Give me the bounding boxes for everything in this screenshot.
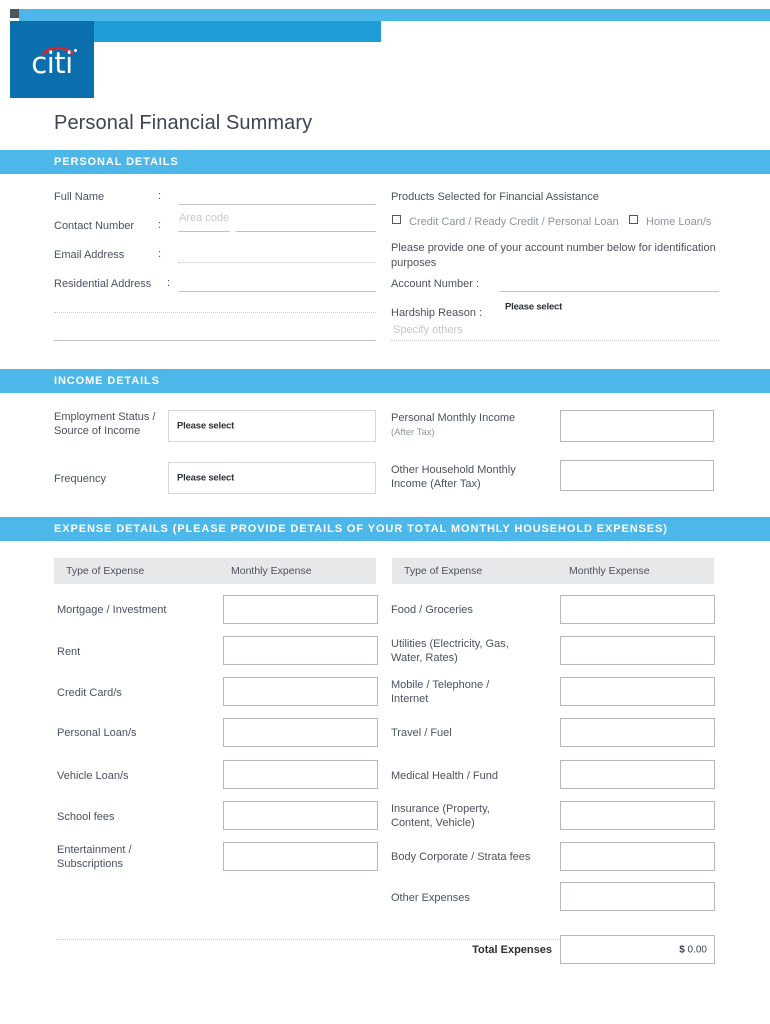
expense-right-type-header: Type of Expense — [404, 565, 483, 577]
expense-right-input-7[interactable] — [560, 882, 715, 911]
account-number-note: Please provide one of your account numbe… — [391, 242, 716, 269]
expense-left-label-0-line1: Mortgage / Investment — [57, 604, 167, 616]
section-header-expense-details-label: EXPENSE DETAILS (PLEASE PROVIDE DETAILS … — [54, 523, 668, 535]
employment-status-label-line1: Employment Status / — [54, 411, 156, 423]
checkbox-credit-card-label: Credit Card / Ready Credit / Personal Lo… — [409, 216, 619, 228]
account-number-input[interactable] — [500, 291, 719, 292]
residential-address-label: Residential Address — [54, 278, 152, 290]
expense-left-label-5-line1: School fees — [57, 811, 115, 823]
frequency-label: Frequency — [54, 473, 106, 485]
email-address-colon: : — [158, 248, 162, 260]
expense-right-input-0[interactable] — [560, 595, 715, 624]
page-title: Personal Financial Summary — [54, 112, 313, 134]
expense-left-input-3[interactable] — [223, 718, 378, 747]
banner-band-light — [19, 9, 770, 21]
area-code-placeholder: Area code — [179, 212, 230, 224]
expense-left-label-6-line1: Entertainment / — [57, 844, 132, 856]
frequency-select[interactable]: Please select — [168, 462, 376, 494]
expense-left-label-4-line1: Vehicle Loan/s — [57, 770, 129, 782]
email-address-input[interactable] — [178, 262, 376, 263]
expense-left-label-1-line1: Rent — [57, 646, 81, 658]
expense-right-input-3[interactable] — [560, 718, 715, 747]
expense-left-input-6[interactable] — [223, 842, 378, 871]
residential-address-input-line2[interactable] — [54, 312, 376, 313]
other-household-income-sub: Income (After Tax) — [391, 478, 481, 490]
expense-right-input-6[interactable] — [560, 842, 715, 871]
expense-right-input-2[interactable] — [560, 677, 715, 706]
checkbox-home-loans-label: Home Loan/s — [646, 216, 712, 228]
banner-accent-square — [10, 9, 19, 18]
other-household-income-label: Other Household Monthly — [391, 464, 516, 476]
full-name-input[interactable] — [178, 204, 376, 205]
employment-status-select[interactable]: Please select — [168, 410, 376, 442]
expense-right-label-4-line1: Medical Health / Fund — [391, 770, 498, 782]
expense-left-label-2-line1: Credit Card/s — [57, 687, 122, 699]
section-header-expense-details: EXPENSE DETAILS (PLEASE PROVIDE DETAILS … — [0, 517, 770, 541]
expense-left-type-header: Type of Expense — [66, 565, 145, 577]
specify-others-placeholder: Specify others — [393, 324, 463, 336]
expense-right-label-0-line1: Food / Groceries — [391, 604, 473, 616]
expense-left-label-3-line1: Personal Loan/s — [57, 727, 137, 739]
expense-left-label-6-line2: Subscriptions — [57, 858, 124, 870]
account-number-label: Account Number : — [391, 278, 480, 290]
employment-status-label-line2: Source of Income — [54, 425, 141, 437]
section-header-personal-details: PERSONAL DETAILS — [0, 150, 770, 174]
expense-right-label-7-line1: Other Expenses — [391, 892, 470, 904]
residential-address-colon: : — [167, 277, 171, 289]
page-banner: citi — [0, 0, 770, 110]
personal-monthly-income-input[interactable] — [560, 410, 714, 442]
area-code-input[interactable] — [178, 231, 230, 232]
hardship-reason-label: Hardship Reason : — [391, 307, 483, 319]
expense-left-input-5[interactable] — [223, 801, 378, 830]
expense-right-input-5[interactable] — [560, 801, 715, 830]
hardship-reason-value: Please select — [505, 301, 563, 312]
contact-number-label: Contact Number — [54, 220, 135, 232]
section-header-personal-details-label: PERSONAL DETAILS — [54, 156, 179, 168]
residential-address-input-line3[interactable] — [54, 340, 376, 341]
other-household-income-input[interactable] — [560, 460, 714, 491]
email-address-label: Email Address — [54, 249, 125, 261]
total-expenses-value: $ 0.00 — [679, 944, 707, 955]
contact-number-input[interactable] — [236, 231, 376, 232]
expense-right-label-5-line1: Insurance (Property, — [391, 803, 490, 815]
expense-right-label-2-line1: Mobile / Telephone / — [391, 679, 490, 691]
expense-right-amount-header: Monthly Expense — [569, 565, 650, 577]
expense-right-input-4[interactable] — [560, 760, 715, 789]
citi-logo: citi — [10, 21, 94, 98]
expense-left-input-2[interactable] — [223, 677, 378, 706]
residential-address-input-line1[interactable] — [178, 291, 376, 292]
expense-right-label-1-line2: Water, Rates) — [391, 652, 458, 664]
employment-status-value: Please select — [177, 420, 235, 432]
expense-left-amount-header: Monthly Expense — [231, 565, 312, 577]
section-header-income-details-label: INCOME DETAILS — [54, 375, 160, 387]
checkbox-credit-card-ready-credit-personal-loan[interactable] — [392, 215, 401, 224]
specify-others-input[interactable] — [391, 340, 719, 341]
frequency-value: Please select — [177, 472, 235, 484]
expense-left-input-0[interactable] — [223, 595, 378, 624]
checkbox-home-loans[interactable] — [629, 215, 638, 224]
total-expenses-label: Total Expenses — [472, 944, 552, 956]
personal-monthly-income-label: Personal Monthly Income — [391, 412, 516, 424]
total-currency-symbol: $ — [679, 944, 685, 955]
expense-right-label-1-line1: Utilities (Electricity, Gas, — [391, 638, 509, 650]
citi-logo-text: citi — [31, 46, 73, 80]
products-heading: Products Selected for Financial Assistan… — [391, 191, 599, 203]
contact-number-colon: : — [158, 219, 162, 231]
expense-left-input-1[interactable] — [223, 636, 378, 665]
expense-right-label-5-line2: Content, Vehicle) — [391, 817, 475, 829]
expense-right-label-6-line1: Body Corporate / Strata fees — [391, 851, 531, 863]
expense-right-label-2-line2: Internet — [391, 693, 429, 705]
personal-monthly-income-sub: (After Tax) — [391, 427, 435, 438]
full-name-colon: : — [158, 190, 162, 202]
full-name-label: Full Name — [54, 191, 105, 203]
total-expenses-input: $ 0.00 — [560, 935, 715, 964]
total-amount: 0.00 — [687, 944, 707, 955]
expense-right-label-3-line1: Travel / Fuel — [391, 727, 452, 739]
section-header-income-details: INCOME DETAILS — [0, 369, 770, 393]
expense-left-input-4[interactable] — [223, 760, 378, 789]
hardship-reason-select[interactable]: Please select — [497, 296, 721, 317]
expense-right-input-1[interactable] — [560, 636, 715, 665]
